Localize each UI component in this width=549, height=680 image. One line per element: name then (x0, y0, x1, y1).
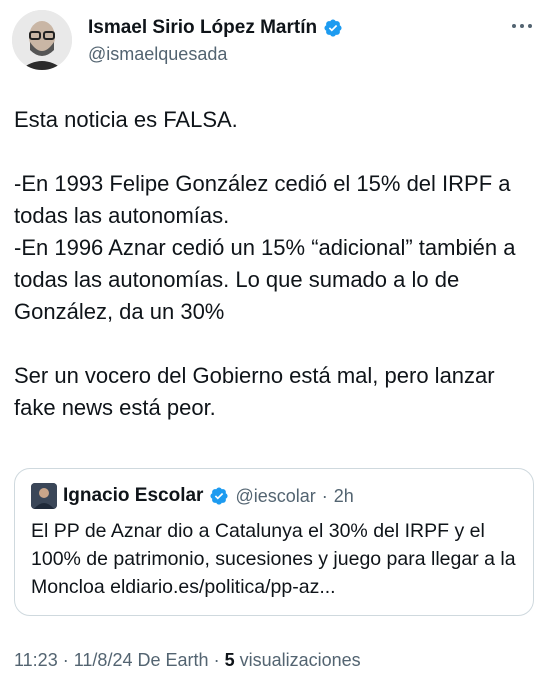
quoted-tweet-text: El PP de Aznar dio a Catalunya el 30% de… (31, 520, 516, 598)
quoted-separator: · (321, 485, 328, 506)
more-options-icon[interactable] (509, 16, 535, 36)
tweet-time[interactable]: 11:23 (14, 650, 58, 670)
display-name-row: Ismael Sirio López Martín (88, 16, 343, 40)
tweet-header: Ismael Sirio López Martín @ismaelquesada (12, 10, 537, 72)
quoted-author-display-name[interactable]: Ignacio Escolar (63, 485, 203, 507)
quoted-author-handle[interactable]: @iescolar (235, 486, 315, 507)
quoted-time[interactable]: 2h (334, 486, 354, 507)
author-handle[interactable]: @ismaelquesada (88, 42, 343, 66)
tweet-date[interactable]: 11/8/24 (74, 650, 133, 670)
meta-separator: · (62, 650, 69, 670)
author-avatar[interactable] (12, 10, 72, 70)
author-display-name[interactable]: Ismael Sirio López Martín (88, 16, 317, 40)
tweet-meta: 11:23 · 11/8/24 De Earth · 5 visualizaci… (14, 650, 361, 671)
verified-badge-icon (209, 486, 229, 506)
author-avatar-image (12, 10, 72, 70)
quoted-tweet-header: Ignacio Escolar @iescolar · 2h (31, 483, 354, 509)
quoted-author-avatar[interactable] (31, 483, 57, 509)
verified-badge-icon[interactable] (323, 18, 343, 38)
author-names: Ismael Sirio López Martín @ismaelquesada (88, 16, 343, 66)
quoted-tweet-card[interactable]: Ignacio Escolar @iescolar · 2h El PP de … (14, 468, 534, 616)
meta-separator: · (213, 650, 220, 670)
tweet-source: De Earth (137, 650, 209, 670)
views-count: 5 (224, 650, 235, 670)
views-label: visualizaciones (239, 650, 361, 670)
tweet-body-text: Esta noticia es FALSA. -En 1993 Felipe G… (14, 107, 516, 420)
